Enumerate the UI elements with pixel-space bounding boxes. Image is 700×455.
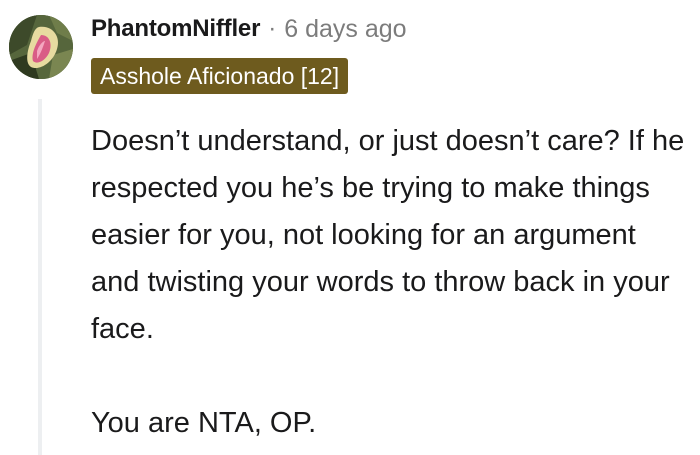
comment-header: PhantomNiffler · 6 days ago — [91, 10, 407, 48]
thread-collapse-line[interactable] — [38, 99, 42, 455]
comment-body: Doesn’t understand, or just doesn’t care… — [91, 118, 691, 447]
comment-paragraph: Doesn’t understand, or just doesn’t care… — [91, 125, 685, 345]
user-flair-badge: Asshole Aficionado [12] — [91, 58, 349, 94]
avatar-image-icon — [9, 15, 73, 79]
meta-separator: · — [268, 15, 277, 42]
comment: PhantomNiffler · 6 days ago Asshole Afic… — [0, 0, 700, 455]
comment-timestamp[interactable]: 6 days ago — [284, 15, 406, 44]
author-username[interactable]: PhantomNiffler — [91, 15, 260, 43]
comment-paragraph: You are NTA, OP. — [91, 407, 317, 439]
user-avatar[interactable] — [9, 15, 73, 79]
